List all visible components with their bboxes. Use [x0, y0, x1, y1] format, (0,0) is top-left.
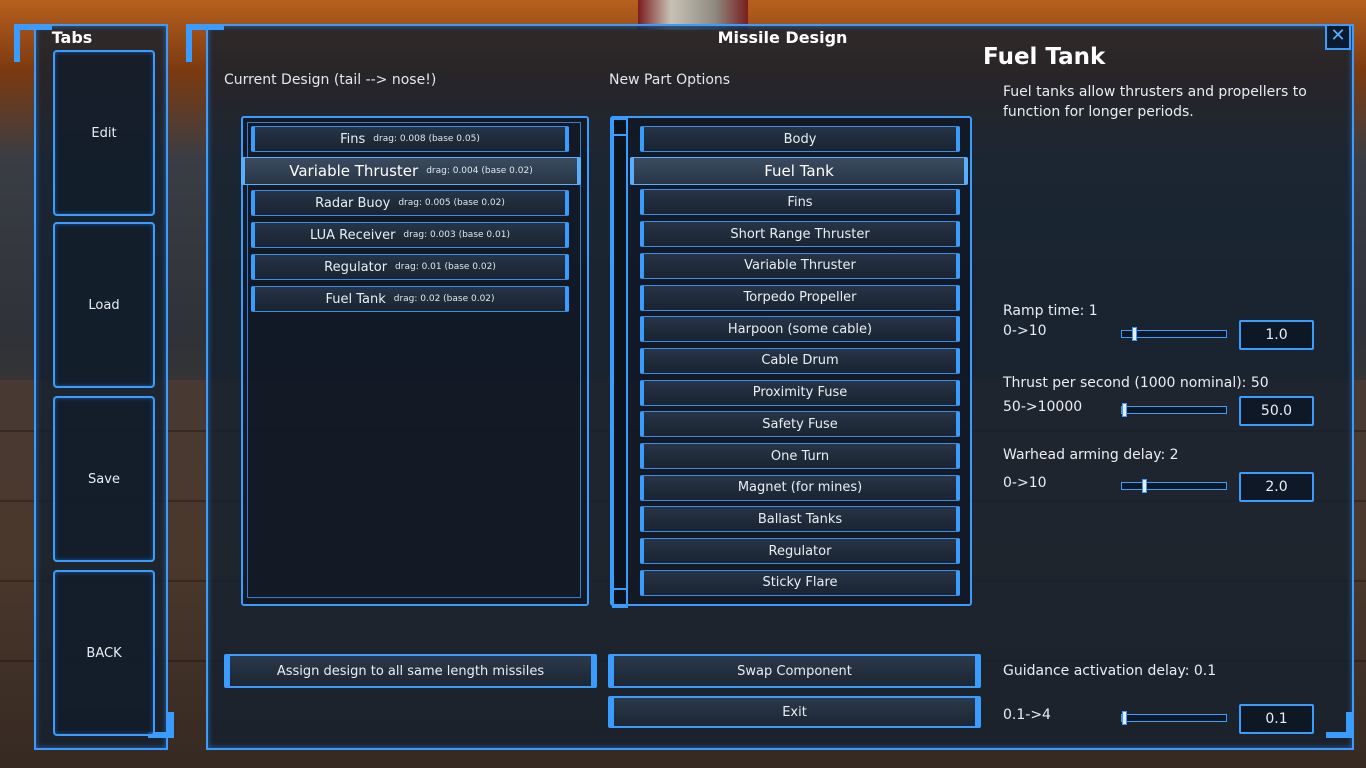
param-slider-thumb[interactable]: [1122, 711, 1127, 725]
current-design-item[interactable]: Fins drag: 0.008 (base 0.05): [251, 126, 569, 152]
current-design-item-name: Regulator: [324, 259, 388, 275]
main-panel-corner: [186, 24, 224, 62]
param-slider[interactable]: [1121, 711, 1227, 725]
param-label: Warhead arming delay: 2: [1003, 447, 1179, 463]
part-option-item[interactable]: Safety Fuse: [640, 411, 960, 438]
param-value-input[interactable]: 1.0: [1239, 320, 1314, 350]
param-range-label: 0->10: [1003, 475, 1047, 491]
tabs-title: Tabs: [51, 28, 93, 47]
part-option-item[interactable]: Proximity Fuse: [640, 379, 960, 406]
current-design-item-name: Radar Buoy: [315, 195, 391, 211]
part-option-item[interactable]: Sticky Flare: [640, 569, 960, 596]
main-panel-corner-br: [1326, 712, 1352, 738]
part-list-scroll-end: [614, 588, 626, 606]
detail-title: Fuel Tank: [983, 44, 1106, 70]
part-option-item[interactable]: Regulator: [640, 538, 960, 565]
current-design-item-drag: drag: 0.008 (base 0.05): [373, 134, 480, 144]
param-slider-thumb[interactable]: [1142, 479, 1147, 493]
current-design-item-drag: drag: 0.01 (base 0.02): [395, 262, 496, 272]
tab-back[interactable]: BACK: [53, 570, 155, 736]
current-design-item[interactable]: LUA Receiver drag: 0.003 (base 0.01): [251, 222, 569, 248]
param-slider[interactable]: [1121, 479, 1227, 493]
window-title: Missile Design: [717, 28, 848, 47]
exit-button[interactable]: Exit: [608, 696, 981, 728]
part-option-item[interactable]: Body: [640, 126, 960, 152]
param-slider[interactable]: [1121, 403, 1227, 417]
current-design-item[interactable]: Variable Thruster drag: 0.004 (base 0.02): [241, 157, 581, 185]
param-slider[interactable]: [1121, 327, 1227, 341]
assign-design-button[interactable]: Assign design to all same length missile…: [224, 654, 597, 688]
new-part-options-label: New Part Options: [609, 72, 731, 88]
param-value-input[interactable]: 0.1: [1239, 704, 1314, 734]
part-option-item[interactable]: Fins: [640, 189, 960, 216]
part-option-item[interactable]: Magnet (for mines): [640, 474, 960, 501]
part-option-item[interactable]: Harpoon (some cable): [640, 316, 960, 343]
part-option-item[interactable]: Torpedo Propeller: [640, 284, 960, 311]
part-option-item[interactable]: Cable Drum: [640, 347, 960, 374]
detail-description: Fuel tanks allow thrusters and propeller…: [1003, 84, 1307, 120]
param-range-label: 50->10000: [1003, 399, 1083, 415]
part-option-item[interactable]: One Turn: [640, 443, 960, 469]
current-design-item-name: Fuel Tank: [325, 291, 386, 307]
current-design-item[interactable]: Regulator drag: 0.01 (base 0.02): [251, 254, 569, 280]
current-design-item[interactable]: Radar Buoy drag: 0.005 (base 0.02): [251, 190, 569, 216]
tab-edit[interactable]: Edit: [53, 50, 155, 216]
current-design-item[interactable]: Fuel Tank drag: 0.02 (base 0.02): [251, 286, 569, 312]
param-range-label: 0.1->4: [1003, 707, 1051, 723]
current-design-item-drag: drag: 0.005 (base 0.02): [398, 198, 505, 208]
current-design-item-name: LUA Receiver: [310, 227, 396, 243]
part-list-scrollbar[interactable]: [612, 116, 628, 608]
param-range-label: 0->10: [1003, 323, 1047, 339]
part-option-item[interactable]: Fuel Tank: [630, 156, 968, 185]
param-value-input[interactable]: 50.0: [1239, 396, 1314, 426]
current-design-item-drag: drag: 0.003 (base 0.01): [403, 230, 510, 240]
current-design-item-name: Variable Thruster: [289, 162, 419, 180]
current-design-item-drag: drag: 0.004 (base 0.02): [426, 166, 533, 176]
param-value-input[interactable]: 2.0: [1239, 472, 1314, 502]
param-slider-thumb[interactable]: [1122, 403, 1127, 417]
close-icon[interactable]: ✕: [1325, 24, 1351, 50]
current-design-label: Current Design (tail --> nose!): [224, 72, 437, 88]
part-option-item[interactable]: Short Range Thruster: [640, 221, 960, 248]
part-option-item[interactable]: Ballast Tanks: [640, 506, 960, 533]
current-design-item-name: Fins: [340, 131, 366, 147]
tab-load[interactable]: Load: [53, 222, 155, 388]
param-label: Ramp time: 1: [1003, 303, 1098, 319]
part-option-item[interactable]: Variable Thruster: [640, 252, 960, 279]
tab-save[interactable]: Save: [53, 396, 155, 562]
param-slider-thumb[interactable]: [1132, 327, 1137, 341]
current-design-item-drag: drag: 0.02 (base 0.02): [393, 294, 495, 304]
part-list-scroll-thumb[interactable]: [614, 118, 626, 136]
param-label: Thrust per second (1000 nominal): 50: [1003, 375, 1269, 391]
param-label: Guidance activation delay: 0.1: [1003, 663, 1217, 679]
swap-component-button[interactable]: Swap Component: [608, 654, 981, 688]
